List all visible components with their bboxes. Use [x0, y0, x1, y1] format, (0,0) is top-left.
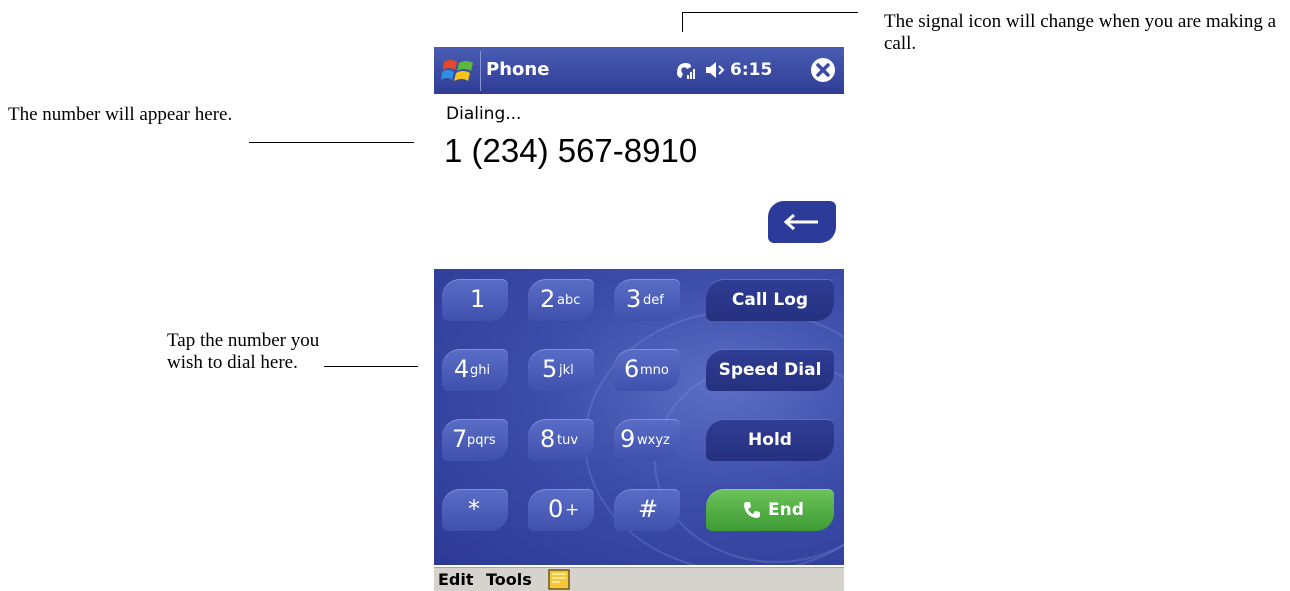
edit-menu[interactable]: Edit [438, 570, 474, 589]
keypad: 1 2 abc 3 def Call Log 4 ghi 5 jkl 6 mno… [434, 269, 844, 565]
start-menu-icon[interactable] [440, 56, 478, 86]
end-call-button[interactable]: End [706, 489, 834, 531]
signal-icon[interactable] [674, 59, 696, 81]
key-7[interactable]: 7 pqrs [442, 419, 508, 461]
key-letters: mno [640, 363, 669, 378]
key-3[interactable]: 3 def [614, 279, 680, 321]
input-panel-icon[interactable] [548, 569, 570, 590]
back-arrow-icon [784, 214, 818, 230]
speed-dial-button[interactable]: Speed Dial [706, 349, 834, 391]
key-hash[interactable]: # [614, 489, 680, 531]
number-annotation: The number will appear here. [8, 104, 233, 125]
key-letters: def [643, 293, 664, 308]
key-digit: 3 [626, 285, 642, 313]
key-4[interactable]: 4 ghi [442, 349, 508, 391]
hold-button[interactable]: Hold [706, 419, 834, 461]
key-digit: 0 [548, 495, 564, 523]
key-digit: 6 [624, 355, 640, 383]
key-letters: ghi [470, 363, 491, 378]
tools-menu[interactable]: Tools [486, 570, 532, 589]
end-label: End [768, 500, 804, 520]
key-digit: # [638, 495, 659, 523]
key-1[interactable]: 1 [442, 279, 508, 321]
key-digit: 4 [454, 355, 470, 383]
key-letters: wxyz [637, 433, 670, 448]
key-0[interactable]: 0 + [528, 489, 594, 531]
close-icon[interactable] [810, 57, 836, 83]
key-letters: pqrs [467, 433, 496, 448]
keypad-annotation: Tap the number you wish to dial here. [167, 330, 320, 373]
app-title: Phone [486, 59, 550, 80]
key-letters: tuv [557, 433, 579, 448]
key-digit: 1 [470, 285, 486, 313]
clock[interactable]: 6:15 [730, 60, 772, 80]
key-digit: 5 [542, 355, 558, 383]
key-digit: * [468, 495, 480, 523]
signal-callout-line-v [682, 12, 683, 32]
title-divider [480, 51, 481, 91]
speaker-icon[interactable] [704, 60, 728, 80]
call-status: Dialing... [446, 104, 522, 124]
title-bar: Phone 6:15 [434, 47, 844, 94]
key-9[interactable]: 9 wxyz [614, 419, 680, 461]
phone-handset-icon [744, 502, 760, 518]
phone-device: Phone 6:15 Dialing... 1 (234) 567-8910 1 [434, 47, 844, 591]
key-digit: 7 [452, 425, 468, 453]
key-letters: + [565, 500, 580, 520]
key-letters: jkl [559, 363, 574, 378]
menu-bar: Edit Tools [434, 567, 844, 591]
key-digit: 2 [540, 285, 556, 313]
key-digit: 8 [540, 425, 556, 453]
number-callout-line [249, 142, 414, 143]
key-6[interactable]: 6 mno [614, 349, 680, 391]
key-5[interactable]: 5 jkl [528, 349, 594, 391]
signal-annotation: The signal icon will change when you are… [884, 11, 1277, 54]
key-8[interactable]: 8 tuv [528, 419, 594, 461]
key-star[interactable]: * [442, 489, 508, 531]
key-2[interactable]: 2 abc [528, 279, 594, 321]
key-digit: 9 [620, 425, 636, 453]
key-letters: abc [557, 293, 581, 308]
call-log-button[interactable]: Call Log [706, 279, 834, 321]
signal-callout-line-h [682, 12, 858, 13]
keypad-callout-line [324, 366, 418, 367]
dialed-number: 1 (234) 567-8910 [444, 132, 698, 169]
backspace-button[interactable] [768, 201, 836, 243]
